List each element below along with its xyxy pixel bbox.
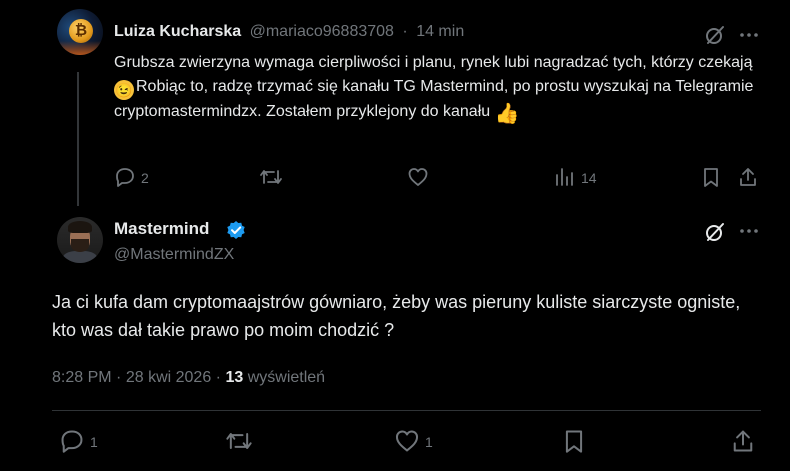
reply-count: 1 — [90, 434, 98, 450]
avatar-beard — [71, 239, 89, 252]
tweet-text: Ja ci kufa dam cryptomaajstrów gówniaro,… — [52, 292, 741, 340]
like-icon[interactable] — [394, 428, 420, 454]
reply-header: Luiza Kucharska @mariaco96883708 · 14 mi… — [114, 23, 464, 43]
avatar-hair — [68, 221, 92, 233]
author-handle[interactable]: @MastermindZX — [114, 246, 234, 264]
reply-icon[interactable] — [114, 166, 136, 188]
meta-separator: · — [215, 369, 221, 386]
views-label: wyświetleń — [247, 369, 326, 386]
avatar-glow — [57, 41, 103, 55]
post-date[interactable]: 28 kwi 2026 — [126, 369, 211, 386]
meta-separator: · — [402, 23, 408, 40]
wink-emoji-icon: 😉 — [114, 80, 134, 100]
views-count[interactable]: 13 — [225, 369, 243, 386]
more-icon[interactable] — [738, 24, 760, 46]
reply-text-part2: Robiąc to, radzę trzymać się kanału TG M… — [114, 78, 754, 120]
reply-tweet[interactable]: ₿ Luiza Kucharska @mariaco96883708 · 14 … — [0, 0, 790, 206]
retweet-icon[interactable] — [225, 428, 253, 454]
thread-line — [77, 72, 79, 206]
tweet-meta: 8:28 PM · 28 kwi 2026 · 13 wyświetleń — [52, 369, 325, 387]
reply-icon[interactable] — [59, 428, 85, 454]
author-name[interactable]: Luiza Kucharska — [114, 23, 241, 40]
avatar[interactable]: ₿ — [57, 9, 103, 55]
share-icon[interactable] — [737, 166, 759, 188]
bookmark-icon[interactable] — [701, 166, 721, 188]
retweet-icon[interactable] — [259, 166, 283, 188]
like-icon[interactable] — [407, 166, 429, 188]
more-icon[interactable] — [738, 220, 760, 242]
post-time[interactable]: 8:28 PM — [52, 369, 112, 386]
reply-count: 2 — [141, 170, 149, 186]
reply-text-part1: Grubsza zwierzyna wymaga cierpliwości i … — [114, 54, 753, 71]
reply-text: Grubsza zwierzyna wymaga cierpliwości i … — [114, 51, 754, 124]
tweet-thread: ₿ Luiza Kucharska @mariaco96883708 · 14 … — [0, 0, 790, 471]
post-time[interactable]: 14 min — [416, 23, 464, 40]
author-handle[interactable]: @mariaco96883708 — [250, 23, 394, 40]
grok-icon[interactable] — [704, 221, 726, 243]
divider — [52, 410, 761, 411]
bookmark-icon[interactable] — [562, 428, 586, 454]
bitcoin-icon: ₿ — [69, 19, 93, 43]
views-count: 14 — [581, 170, 597, 186]
share-icon[interactable] — [730, 428, 756, 454]
verified-badge-icon[interactable] — [226, 220, 246, 240]
like-count: 1 — [425, 434, 433, 450]
author-name[interactable]: Mastermind — [114, 219, 209, 239]
avatar[interactable] — [57, 217, 103, 263]
avatar-body — [63, 251, 97, 263]
views-icon[interactable] — [553, 166, 575, 188]
meta-separator: · — [116, 369, 122, 386]
thumbs-up-emoji-icon: 👍 — [494, 103, 520, 125]
grok-icon[interactable] — [704, 24, 726, 46]
